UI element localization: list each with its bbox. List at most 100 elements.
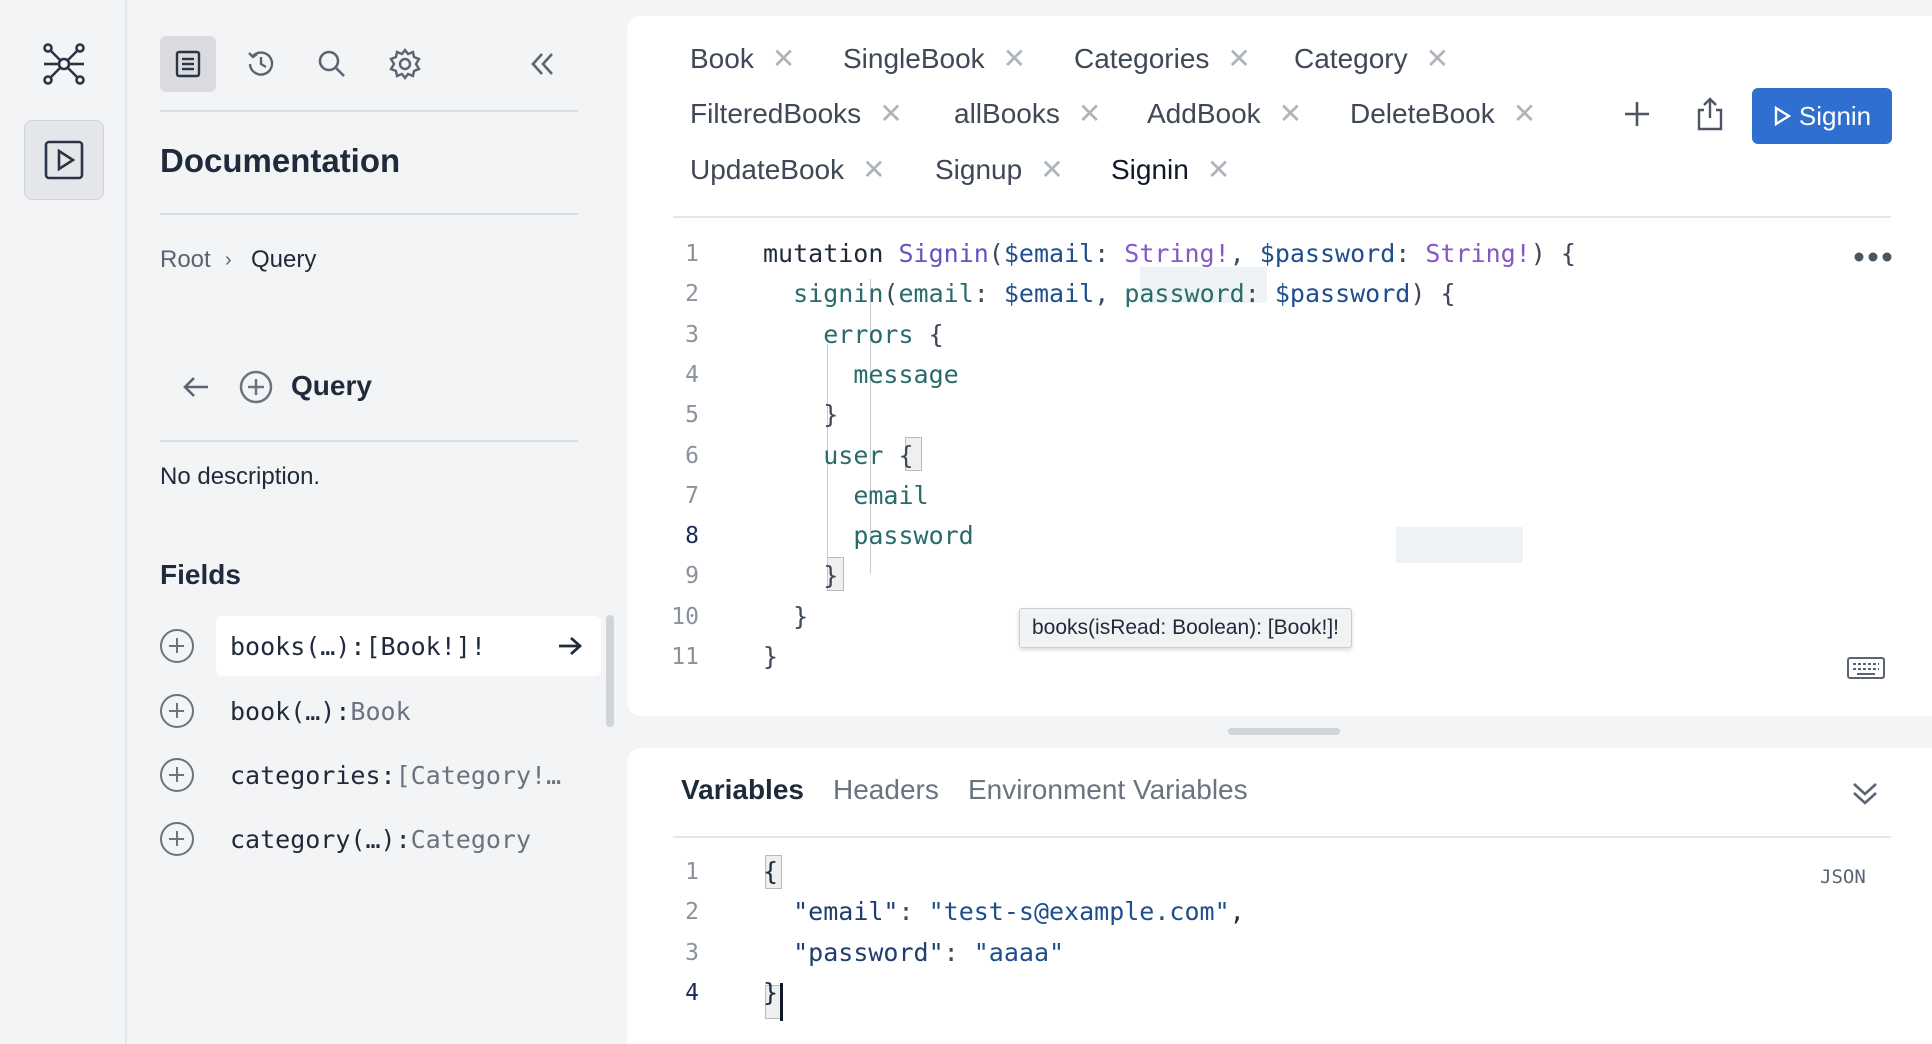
code-line: signin(email: $email, password: $passwor…	[793, 279, 1456, 309]
add-field-icon[interactable]	[160, 822, 194, 856]
close-icon[interactable]: ✕	[1040, 153, 1063, 186]
close-icon[interactable]: ✕	[1227, 42, 1250, 75]
code-line: "email": "test-s@example.com",	[793, 897, 1245, 927]
share-icon[interactable]	[1695, 96, 1725, 137]
tab-book[interactable]: Book ✕	[690, 42, 795, 75]
close-icon[interactable]: ✕	[1078, 97, 1101, 130]
query-editor-panel: Book ✕ SingleBook ✕ Categories ✕ Category ✕ …	[627, 16, 1932, 716]
back-arrow-icon[interactable]	[181, 372, 211, 407]
code-line: }	[793, 601, 809, 631]
docs-scrollbar[interactable]	[606, 615, 614, 727]
tab-updatebook[interactable]: UpdateBook ✕	[690, 153, 886, 186]
breadcrumb-root[interactable]: Root	[160, 246, 211, 274]
field-name: category(…):	[230, 824, 411, 854]
tab-signin[interactable]: Signin ✕	[1111, 153, 1230, 186]
field-name: categories:	[230, 760, 396, 790]
code-line: }	[823, 561, 839, 591]
add-field-icon[interactable]	[160, 694, 194, 728]
line-number: 6	[685, 442, 699, 469]
history-icon[interactable]	[233, 36, 289, 92]
add-field-icon[interactable]	[160, 629, 194, 663]
code-line: "password": "aaaa"	[793, 937, 1065, 967]
field-row[interactable]: books(…): [Book!]!	[160, 616, 601, 676]
add-field-icon[interactable]	[160, 758, 194, 792]
field-row[interactable]: categories: [Category!…	[160, 745, 590, 805]
code-line: password	[853, 521, 974, 551]
close-icon[interactable]: ✕	[862, 153, 885, 186]
divider	[160, 440, 578, 442]
tab-variables[interactable]: Variables	[681, 774, 804, 806]
tab-category[interactable]: Category ✕	[1294, 42, 1449, 75]
divider	[160, 110, 578, 112]
line-number: 8	[685, 523, 699, 550]
line-number: 5	[685, 402, 699, 429]
docs-icon[interactable]	[160, 36, 216, 92]
add-circle-icon[interactable]	[239, 370, 273, 409]
editor-divider	[673, 216, 1891, 218]
field-type[interactable]: [Book!]!	[365, 632, 485, 661]
field-type[interactable]: [Category!…	[396, 761, 562, 790]
fields-heading: Fields	[160, 559, 241, 590]
tab-deletebook[interactable]: DeleteBook ✕	[1350, 97, 1536, 130]
close-icon[interactable]: ✕	[772, 42, 795, 75]
settings-icon[interactable]	[377, 36, 433, 92]
close-icon[interactable]: ✕	[1003, 42, 1026, 75]
field-name: books(…):	[230, 631, 366, 661]
field-type[interactable]: Category	[411, 825, 531, 854]
tab-label: Category	[1294, 42, 1408, 74]
line-number: 11	[671, 644, 699, 670]
code-line: mutation Signin($email: String!, $passwo…	[763, 239, 1576, 268]
tab-singlebook[interactable]: SingleBook ✕	[843, 42, 1026, 75]
tab-label: allBooks	[954, 97, 1060, 129]
tab-signup[interactable]: Signup ✕	[935, 153, 1064, 186]
tab-label: DeleteBook	[1350, 97, 1495, 129]
code-line: }	[763, 977, 779, 1007]
breadcrumb-query: Query	[251, 246, 317, 273]
code-line: user {	[823, 440, 914, 470]
add-tab-icon[interactable]	[1621, 98, 1653, 135]
run-button-label: Signin	[1798, 100, 1872, 131]
field-row[interactable]: book(…): Book	[160, 681, 590, 741]
play-icon[interactable]	[24, 120, 104, 200]
icon-rail	[0, 0, 127, 1044]
resize-handle[interactable]	[1228, 728, 1340, 735]
close-icon[interactable]: ✕	[1279, 97, 1302, 130]
tab-label: FilteredBooks	[690, 97, 862, 129]
tab-addbook[interactable]: AddBook ✕	[1147, 97, 1302, 130]
tab-label: Signin	[1111, 153, 1189, 185]
field-categories[interactable]: categories: [Category!…	[216, 745, 601, 805]
tab-label: AddBook	[1147, 97, 1261, 129]
chevron-down-icon[interactable]	[1850, 778, 1880, 813]
hover-tooltip: books(isRead: Boolean): [Book!]!	[1019, 608, 1353, 648]
line-number: 7	[685, 482, 699, 509]
tab-filteredbooks[interactable]: FilteredBooks ✕	[690, 97, 903, 130]
close-icon[interactable]: ✕	[879, 97, 902, 130]
field-book[interactable]: book(…): Book	[216, 681, 601, 741]
close-icon[interactable]: ✕	[1513, 97, 1536, 130]
collapse-icon[interactable]	[514, 36, 570, 92]
code-line: }	[823, 400, 839, 430]
tab-headers[interactable]: Headers	[833, 774, 939, 806]
code-line: {	[763, 857, 779, 886]
tab-environment-variables[interactable]: Environment Variables	[968, 774, 1248, 806]
graph-icon[interactable]	[24, 24, 104, 104]
field-books[interactable]: books(…): [Book!]!	[216, 616, 601, 676]
line-number: 3	[685, 939, 699, 966]
field-category[interactable]: category(…): Category	[216, 809, 601, 869]
field-row[interactable]: category(…): Category	[160, 809, 590, 869]
run-button[interactable]: Signin	[1752, 88, 1892, 144]
tab-categories[interactable]: Categories ✕	[1074, 42, 1251, 75]
line-number: 1	[685, 241, 699, 267]
field-type[interactable]: Book	[350, 697, 410, 726]
docs-title: Documentation	[160, 142, 401, 179]
field-name: book(…):	[230, 696, 351, 726]
tab-allbooks[interactable]: allBooks ✕	[954, 97, 1101, 130]
code-line: }	[763, 642, 779, 671]
close-icon[interactable]: ✕	[1426, 42, 1449, 75]
variables-editor[interactable]: 1 {2 "email": "test-s@example.com", 3 "pas…	[627, 852, 1927, 1032]
arrow-right-icon[interactable]	[557, 634, 583, 658]
close-icon[interactable]: ✕	[1207, 153, 1230, 186]
search-icon[interactable]	[304, 36, 360, 92]
keyboard-icon[interactable]	[1847, 657, 1885, 684]
line-number: 10	[671, 603, 699, 630]
